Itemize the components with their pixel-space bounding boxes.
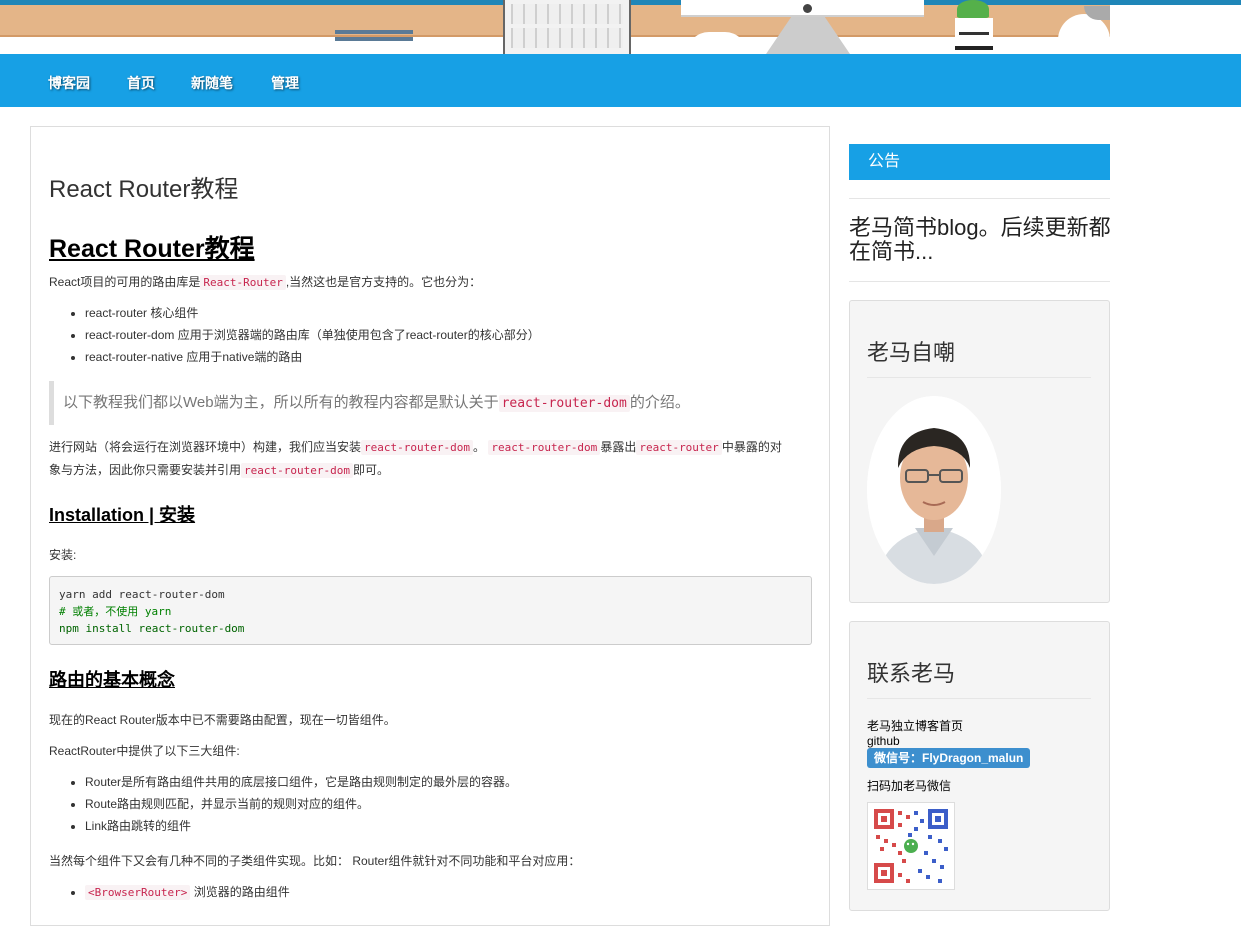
header-banner [0,0,1241,54]
banner-cloud [687,32,747,54]
intro-paragraph: React项目的可用的路由库是 React-Router ,当然这也是官方支持的。它… [49,271,809,294]
install-label: 安装: [49,548,77,562]
inline-code: react-router-dom [361,440,473,455]
paragraph-text: 。 [472,440,485,454]
banner-shelf [335,37,413,41]
blockquote: 以下教程我们都以Web端为主，所以所有的教程内容都是默认关于 react-rout… [49,381,809,425]
packages-list: react-router 核心组件 react-router-dom 应用于浏览… [49,302,540,368]
profile-title: 老马自嘲 [867,340,956,365]
router-types-list: <BrowserRouter> 浏览器的路由组件 [49,881,290,904]
banner-plant-icon [957,0,989,18]
banner-plant-pot [955,18,993,50]
post-heading[interactable]: React Router教程 [49,229,255,265]
code-line: npm install react-router-dom [59,622,245,635]
list-item: Route路由规则匹配，并显示当前的规则对应的组件。 [85,793,517,815]
avatar [867,396,1001,584]
divider [867,698,1091,699]
divider [849,198,1110,199]
profile-panel: 老马自嘲 [849,300,1110,603]
list-item: react-router 核心组件 [85,302,540,324]
list-item-text: 浏览器的路由组件 [193,885,290,899]
intro-text: ,当然这也是官方支持的。它也分为： [285,275,482,289]
concepts-heading[interactable]: 路由的基本概念 [49,666,175,692]
install-paragraph: 进行网站（将会运行在浏览器环境中）构建，我们应当安装 react-router-d… [49,436,809,482]
notice-text: 老马简书blog。后续更新都在简书... [849,215,1111,264]
banner-bookcase [503,0,631,54]
inline-code: react-router-dom [241,463,353,478]
quote-text: 以下教程我们都以Web端为主，所以所有的教程内容都是默认关于 [63,394,499,411]
list-item: Router是所有路由组件共用的底层接口组件，它是路由规则制定的最外层的容器。 [85,771,517,793]
list-item: react-router-native 应用于native端的路由 [85,346,540,368]
inline-code: react-router-dom [498,395,630,412]
list-item: <BrowserRouter> 浏览器的路由组件 [85,881,290,904]
quote-text: 的介绍。 [629,394,690,411]
inline-code: React-Router [200,275,286,290]
code-comment: # 或者，不使用 yarn [59,605,172,618]
nav-link-home[interactable]: 首页 [127,73,155,93]
main-nav: 博客园 首页 新随笔 管理 [0,54,1241,107]
code-line: yarn add react-router-dom [59,588,225,601]
divider [867,377,1091,378]
installation-heading[interactable]: Installation | 安装 [49,501,195,527]
inline-code: react-router [636,440,722,455]
code-block: yarn add react-router-dom # 或者，不使用 yarn … [49,576,812,645]
nav-link-admin[interactable]: 管理 [271,73,299,93]
contact-panel: 联系老马 老马独立博客首页 github 微信号：FlyDragon_malun… [849,621,1110,911]
divider [849,281,1110,282]
paragraph-text: 中暴露的对 [721,440,782,454]
concepts-paragraph: 当然每个组件下又会有几种不同的子类组件实现。比如： Router组件就针对不同功… [49,854,581,868]
scan-text: 扫码加老马微信 [867,779,952,793]
list-item: react-router-dom 应用于浏览器端的路由库（单独使用包含了reac… [85,324,540,346]
components-list: Router是所有路由组件共用的底层接口组件，它是路由规则制定的最外层的容器。 … [49,771,517,837]
post-card: React Router教程 React Router教程 React项目的可用… [30,126,830,926]
concepts-paragraph: 现在的React Router版本中已不需要路由配置，现在一切皆组件。 [49,713,396,727]
github-link[interactable]: github [867,734,900,748]
post-title[interactable]: React Router教程 [49,169,238,204]
contact-title: 联系老马 [867,661,956,686]
inline-code: react-router-dom [488,440,601,455]
paragraph-text: 暴露出 [600,440,637,454]
paragraph-text: 即可。 [352,463,389,477]
concepts-paragraph: ReactRouter中提供了以下三大组件: [49,744,240,758]
notice-heading: 公告 [849,144,1110,180]
banner-shelf [335,30,413,34]
banner-monitor-dot [803,4,812,13]
nav-link-cnblogs[interactable]: 博客园 [48,73,90,93]
blog-home-link[interactable]: 老马独立博客首页 [867,717,963,734]
nav-link-new-post[interactable]: 新随笔 [191,73,233,93]
wechat-qr-code [867,802,955,890]
list-item: Link路由跳转的组件 [85,815,517,837]
inline-code: <BrowserRouter> [85,885,191,900]
intro-text: React项目的可用的路由库是 [49,275,201,289]
paragraph-text: 象与方法，因此你只需要安装并引用 [49,463,242,477]
wechat-badge: 微信号：FlyDragon_malun [867,748,1031,768]
paragraph-text: 进行网站（将会运行在浏览器环境中）构建，我们应当安装 [49,440,362,454]
